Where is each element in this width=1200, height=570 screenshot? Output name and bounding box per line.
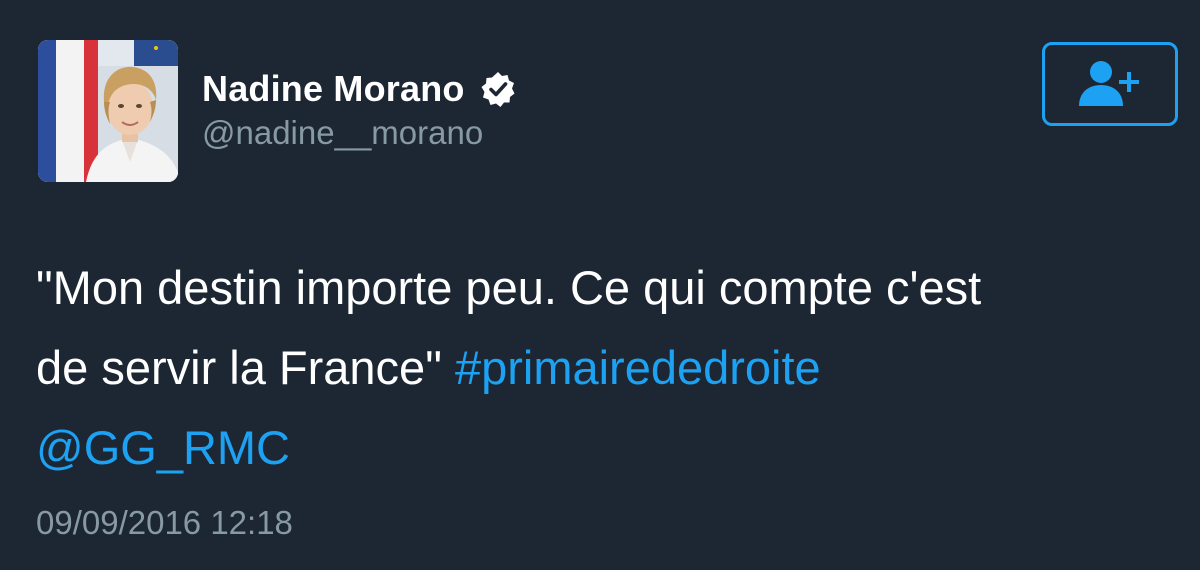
tweet-timestamp[interactable]: 09/09/2016 12:18 <box>36 504 293 542</box>
author-handle[interactable]: @nadine__morano <box>202 114 483 152</box>
tweet-card: Nadine Morano @nadine__morano "Mon desti… <box>0 0 1200 570</box>
tweet-text-line-1: "Mon destin importe peu. Ce qui compte c… <box>36 261 982 314</box>
mention-link[interactable]: @GG_RMC <box>36 421 290 474</box>
hashtag-link[interactable]: #primairededroite <box>455 341 821 394</box>
display-name[interactable]: Nadine Morano <box>202 68 465 110</box>
tweet-text-line-2: de servir la France" #primairededroite <box>36 328 1176 408</box>
follow-button[interactable] <box>1042 42 1178 126</box>
tweet-text: "Mon destin importe peu. Ce qui compte c… <box>36 248 1176 488</box>
add-user-icon <box>1079 61 1139 106</box>
profile-photo <box>38 40 178 182</box>
tweet-text-line-2-prefix: de servir la France" <box>36 341 455 394</box>
verified-badge-icon <box>479 70 517 108</box>
avatar[interactable] <box>38 40 178 182</box>
tweet-text-line-3: @GG_RMC <box>36 408 1176 488</box>
author-name-row: Nadine Morano <box>202 66 517 112</box>
